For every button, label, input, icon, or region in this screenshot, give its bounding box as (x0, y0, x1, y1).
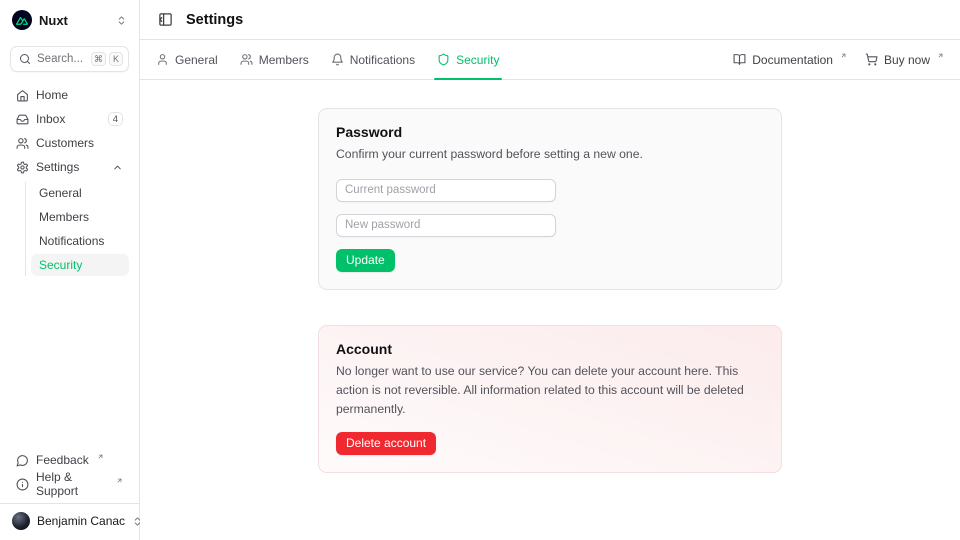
sidebar-item-security[interactable]: Security (31, 254, 129, 276)
home-icon (16, 89, 29, 102)
user-name: Benjamin Canac (37, 514, 125, 528)
tab-members[interactable]: Members (240, 40, 309, 79)
tab-security[interactable]: Security (437, 40, 499, 79)
documentation-link[interactable]: Documentation (733, 53, 847, 67)
book-open-icon (733, 53, 746, 66)
update-password-button[interactable]: Update (336, 249, 395, 272)
main-area: Settings General Members Notifications (140, 0, 960, 540)
password-form: Update (336, 179, 764, 272)
inbox-count-badge: 4 (108, 112, 123, 126)
sidebar-item-label: Customers (36, 136, 94, 150)
external-link-icon (97, 453, 104, 460)
message-bubble-icon (16, 454, 29, 467)
sidebar-item-label: Inbox (36, 112, 65, 126)
nuxt-logo-icon (12, 10, 32, 30)
sidebar-item-customers[interactable]: Customers (10, 132, 129, 154)
external-link-icon (840, 52, 847, 59)
sidebar-item-feedback[interactable]: Feedback (10, 449, 129, 471)
users-icon (240, 53, 253, 66)
user-icon (156, 53, 169, 66)
sidebar-item-label: General (39, 186, 82, 200)
gear-icon (16, 161, 29, 174)
sidebar-item-home[interactable]: Home (10, 84, 129, 106)
action-label: Buy now (884, 53, 930, 67)
buy-now-link[interactable]: Buy now (865, 53, 944, 67)
sidebar-item-label: Feedback (36, 453, 89, 467)
password-card-description: Confirm your current password before set… (336, 145, 764, 164)
collapse-sidebar-button[interactable] (156, 10, 175, 29)
password-card: Password Confirm your current password b… (318, 108, 782, 290)
users-icon (16, 137, 29, 150)
shield-icon (437, 53, 450, 66)
external-link-icon (937, 52, 944, 59)
kbd-cmd: ⌘ (91, 52, 106, 66)
chevron-up-icon (112, 162, 123, 173)
app-window: Nuxt Search... ⌘ K Home (0, 0, 960, 540)
info-circle-icon (16, 478, 29, 491)
chevrons-up-down-icon (116, 15, 127, 26)
sidebar-item-label: Help & Support (36, 470, 108, 498)
password-card-title: Password (336, 124, 764, 140)
sidebar-footer: Feedback Help & Support (10, 449, 129, 495)
tab-general[interactable]: General (156, 40, 218, 79)
delete-account-button[interactable]: Delete account (336, 432, 436, 455)
external-link-icon (116, 477, 123, 484)
account-card-title: Account (336, 341, 764, 357)
sidebar-item-label: Notifications (39, 234, 104, 248)
tab-label: Notifications (350, 53, 415, 67)
kbd-k: K (109, 52, 123, 66)
tab-notifications[interactable]: Notifications (331, 40, 415, 79)
sidebar-item-label: Members (39, 210, 89, 224)
account-card: Account No longer want to use our servic… (318, 325, 782, 473)
sidebar-item-label: Settings (36, 160, 79, 174)
sidebar-divider (0, 503, 139, 504)
search-shortcut: ⌘ K (91, 52, 123, 66)
page-title: Settings (186, 12, 243, 28)
search-placeholder: Search... (37, 53, 85, 65)
team-name: Nuxt (39, 13, 68, 28)
sidebar-item-notifications[interactable]: Notifications (31, 230, 129, 252)
tab-label: Members (259, 53, 309, 67)
tab-label: Security (456, 53, 499, 67)
shopping-cart-icon (865, 53, 878, 66)
sidebar-item-inbox[interactable]: Inbox 4 (10, 108, 129, 130)
page-header: Settings (140, 0, 960, 40)
sidebar-item-settings[interactable]: Settings (10, 156, 129, 178)
account-card-description: No longer want to use our service? You c… (336, 362, 764, 419)
team-switcher[interactable]: Nuxt (10, 8, 129, 32)
new-password-field[interactable] (336, 214, 556, 237)
header-actions: Documentation Buy now (733, 53, 944, 67)
tab-label: General (175, 53, 218, 67)
user-menu[interactable]: Benjamin Canac (10, 510, 129, 532)
sidebar-item-label: Security (39, 258, 82, 272)
bell-icon (331, 53, 344, 66)
sidebar: Nuxt Search... ⌘ K Home (0, 0, 140, 540)
search-icon (19, 53, 31, 65)
settings-subnav: General Members Notifications Security (25, 182, 129, 276)
action-label: Documentation (752, 53, 833, 67)
current-password-field[interactable] (336, 179, 556, 202)
avatar (12, 512, 30, 530)
sidebar-item-members[interactable]: Members (31, 206, 129, 228)
settings-security-content: Password Confirm your current password b… (140, 80, 960, 540)
sidebar-item-help-support[interactable]: Help & Support (10, 473, 129, 495)
sidebar-item-general[interactable]: General (31, 182, 129, 204)
inbox-icon (16, 113, 29, 126)
sidebar-nav: Home Inbox 4 Customers Settings (10, 84, 129, 276)
settings-tabbar: General Members Notifications Security (140, 40, 960, 80)
search-input[interactable]: Search... ⌘ K (10, 46, 129, 72)
sidebar-item-label: Home (36, 88, 68, 102)
